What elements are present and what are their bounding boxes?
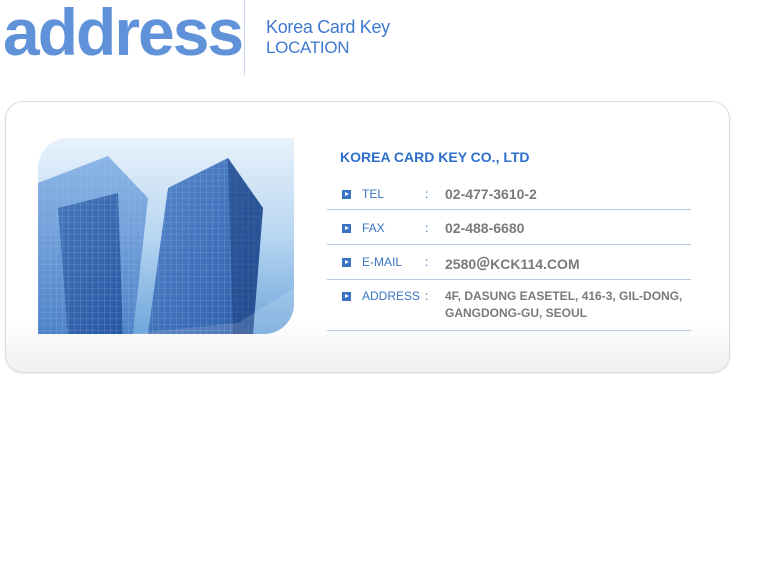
fax-colon: : xyxy=(425,221,429,235)
tel-colon: : xyxy=(425,187,429,201)
page-header: address Korea Card Key LOCATION xyxy=(0,0,758,80)
address-line-1: 4F, DASUNG EASETEL, 416-3, GIL-DONG, xyxy=(445,289,683,303)
email-value: 2580＠KCK114.COM xyxy=(445,256,580,272)
address-label: ADDRESS xyxy=(362,289,421,303)
tel-label: TEL xyxy=(362,187,385,201)
address-value: 4F, DASUNG EASETEL, 416-3, GIL-DONG, GAN… xyxy=(445,288,690,322)
email-row: E-MAIL : 2580＠KCK114.COM xyxy=(327,246,691,280)
row-divider xyxy=(327,209,691,210)
arrow-bullet-icon xyxy=(342,258,351,267)
location-subtitle: LOCATION xyxy=(266,38,350,57)
row-divider xyxy=(327,244,691,245)
company-subtitle: Korea Card Key xyxy=(266,17,390,37)
header-divider xyxy=(244,0,245,75)
address-heading: address xyxy=(3,0,244,69)
address-line-2: GANGDONG-GU, SEOUL xyxy=(445,306,588,320)
fax-row: FAX : 02-488-6680 xyxy=(327,212,691,245)
address-row: ADDRESS : 4F, DASUNG EASETEL, 416-3, GIL… xyxy=(327,280,691,331)
tel-row: TEL : 02-477-3610-2 xyxy=(327,178,691,210)
arrow-bullet-icon xyxy=(342,224,351,233)
company-name: KOREA CARD KEY CO., LTD xyxy=(340,149,530,165)
fax-label: FAX xyxy=(362,221,385,235)
email-colon: : xyxy=(425,255,429,269)
row-divider xyxy=(327,330,691,331)
arrow-bullet-icon xyxy=(342,190,351,199)
arrow-bullet-icon xyxy=(342,292,351,301)
fax-value: 02-488-6680 xyxy=(445,220,525,236)
tel-value: 02-477-3610-2 xyxy=(445,186,537,202)
building-image xyxy=(38,138,294,334)
email-label: E-MAIL xyxy=(362,255,403,269)
address-colon: : xyxy=(425,289,429,303)
